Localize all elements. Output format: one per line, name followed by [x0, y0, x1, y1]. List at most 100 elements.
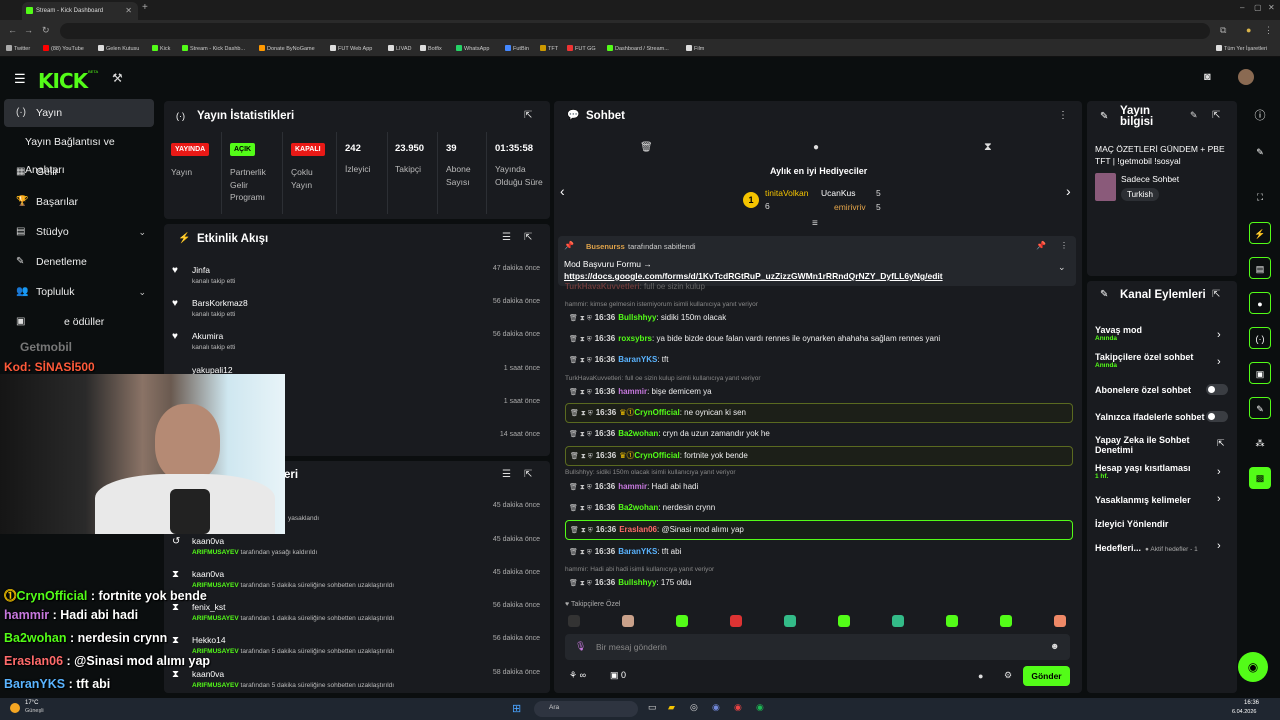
sidebar-item-rewards[interactable]: ▣ e ödüller	[4, 308, 154, 336]
chevron-right-icon[interactable]: ›	[1217, 466, 1221, 478]
subscribers-only-toggle[interactable]	[1206, 384, 1228, 395]
bookmark-item[interactable]: Film	[686, 45, 704, 52]
emote[interactable]	[1000, 615, 1012, 627]
action-ai-moderation[interactable]: Yapay Zeka ile Sohbet Denetimi	[1095, 435, 1205, 455]
activity-user[interactable]: Akumira	[192, 331, 223, 341]
points-icon[interactable]: ⚘ ∞	[569, 670, 586, 681]
emoji-icon[interactable]: ☻	[1050, 641, 1059, 651]
bookmark-item[interactable]: Twitter	[6, 45, 30, 52]
clipboard-icon[interactable]: ▤	[1249, 257, 1271, 279]
chat-bubble-icon[interactable]: ●	[813, 142, 819, 153]
bookmark-item[interactable]: Botfix	[420, 45, 442, 52]
minimize-icon[interactable]: –	[1240, 3, 1244, 12]
app-icon[interactable]: ◎	[690, 702, 698, 713]
reload-icon[interactable]: ↻	[42, 25, 50, 36]
community-icon[interactable]: ⁂	[1249, 432, 1271, 454]
category-name[interactable]: Sadece Sohbet	[1121, 174, 1179, 184]
action-account-age[interactable]: Hesap yaşı kısıtlaması 1 hf.	[1095, 463, 1191, 480]
gifter-name[interactable]: emirivriv	[834, 202, 866, 212]
chat-icon[interactable]: ●	[1249, 292, 1271, 314]
send-button[interactable]: Gönder	[1023, 666, 1070, 686]
kick-app-icon[interactable]: ▩	[1249, 467, 1271, 489]
bookmark-item[interactable]: FUT Web App	[330, 45, 372, 52]
bookmark-item[interactable]: Dashboard / Stream...	[607, 45, 669, 52]
bookmark-item[interactable]: Gelen Kutusu	[98, 45, 139, 52]
browser-tab[interactable]: Stream - Kick Dashboard ✕	[22, 2, 138, 20]
bookmark-item[interactable]: Donate ByNoGame	[259, 45, 315, 52]
moderation-icon[interactable]: ▣	[1249, 362, 1271, 384]
menu-dots-icon[interactable]: ⋮	[1264, 25, 1273, 36]
lightning-icon[interactable]: ⚡	[1249, 222, 1271, 244]
chat-settings-bubble-icon[interactable]: ●	[978, 671, 983, 681]
popout-icon[interactable]: ⇱	[524, 110, 532, 121]
popout-icon[interactable]: ⇱	[524, 469, 532, 480]
action-slow-mode[interactable]: Yavaş mod Anında	[1095, 325, 1142, 342]
fullscreen-icon[interactable]: ⛶	[1249, 186, 1271, 208]
sidebar-item-gelir[interactable]: ▦ Gelir	[4, 158, 154, 186]
sidebar-item-yayin[interactable]: (·) Yayın	[4, 99, 154, 127]
chevron-right-icon[interactable]: ›	[1217, 493, 1221, 505]
emote[interactable]	[622, 615, 634, 627]
emotes-only-toggle[interactable]	[1206, 411, 1228, 422]
chevron-right-icon[interactable]: ›	[1217, 356, 1221, 368]
activity-user[interactable]: BarsKorkmaz8	[192, 298, 248, 308]
pinner-name[interactable]: Busenurss	[586, 242, 625, 251]
emote[interactable]	[784, 615, 796, 627]
kick-logo[interactable]: KICK	[38, 69, 88, 93]
prev-arrow-icon[interactable]: ‹	[560, 183, 565, 199]
wrench-icon[interactable]: ✎	[1249, 397, 1271, 419]
hamburger-menu-icon[interactable]: ☰	[14, 71, 26, 87]
task-view-icon[interactable]: ▭	[648, 702, 657, 713]
back-icon[interactable]: ←	[8, 25, 17, 35]
all-bookmarks[interactable]: Tüm Yer İşaretleri	[1216, 45, 1267, 52]
action-raid[interactable]: İzleyici Yönlendir	[1095, 519, 1168, 529]
gear-icon[interactable]: ⚙	[1004, 670, 1012, 681]
modlog-user[interactable]: kaan0va	[192, 669, 224, 679]
external-link-icon[interactable]: ⇱	[1217, 438, 1225, 449]
sidebar-item-topluluk[interactable]: 👥 Topluluk ⌄	[4, 278, 154, 306]
next-arrow-icon[interactable]: ›	[1066, 183, 1071, 199]
support-chat-icon[interactable]: ◉	[1238, 652, 1268, 682]
moderator-name[interactable]: ARIFMUSAYEV	[192, 615, 239, 622]
edit-icon[interactable]: ✎	[1190, 110, 1198, 121]
gifter-name[interactable]: UcanKus	[821, 188, 856, 198]
gifter-name[interactable]: tinitaVolkan	[765, 188, 808, 198]
emote[interactable]	[838, 615, 850, 627]
activity-user[interactable]: Jinfa	[192, 265, 210, 275]
gift-icon[interactable]: ▣ 0	[610, 670, 626, 681]
chevron-right-icon[interactable]: ›	[1217, 329, 1221, 341]
emote[interactable]	[946, 615, 958, 627]
profile-icon[interactable]: ●	[1246, 25, 1251, 35]
extensions-icon[interactable]: ⧉	[1220, 25, 1226, 36]
bookmark-item[interactable]: TFT	[540, 45, 558, 52]
moderator-name[interactable]: ARIFMUSAYEV	[192, 549, 239, 556]
sidebar-item-denetleme[interactable]: ✎ Denetleme	[4, 248, 154, 276]
broadcast-icon[interactable]: (·)	[1249, 327, 1271, 349]
forward-icon[interactable]: →	[24, 25, 33, 35]
maximize-icon[interactable]: ▢	[1254, 3, 1262, 12]
trash-icon[interactable]: 🗑	[640, 142, 653, 153]
tag-badge[interactable]: Turkish	[1121, 188, 1159, 201]
popout-icon[interactable]: ⇱	[524, 232, 532, 243]
popout-icon[interactable]: ⇱	[1212, 289, 1220, 300]
discord-icon[interactable]: ◉	[712, 702, 720, 713]
modlog-user[interactable]: Hekko14	[192, 635, 226, 645]
file-explorer-icon[interactable]: ▰	[668, 702, 675, 713]
popout-icon[interactable]: ⇱	[1212, 110, 1220, 121]
chat-input[interactable]: 🎙 Bir mesaj gönderin ☻	[565, 634, 1070, 660]
bookmark-item[interactable]: Stream - Kick Dashb...	[182, 45, 245, 52]
hammer-icon[interactable]: ⚒	[112, 71, 123, 85]
window-close-icon[interactable]: ✕	[1268, 3, 1275, 12]
taskbar-search[interactable]: Ara	[534, 701, 638, 717]
close-tab-icon[interactable]: ✕	[125, 2, 132, 20]
edit-icon[interactable]: ✎	[1249, 141, 1271, 163]
action-banned-words[interactable]: Yasaklanmış kelimeler	[1095, 495, 1191, 505]
modlog-user[interactable]: kaan0va	[192, 569, 224, 579]
info-icon[interactable]: ⓘ	[1249, 105, 1271, 127]
unpin-icon[interactable]: 📌	[1036, 241, 1046, 250]
chrome-icon[interactable]: ◉	[734, 702, 742, 713]
creator-icon[interactable]: ◙	[1204, 71, 1211, 83]
sidebar-item-basarilar[interactable]: 🏆 Başarılar	[4, 188, 154, 216]
more-options-icon[interactable]: ⋮	[1060, 241, 1068, 250]
collapse-icon[interactable]: ≡	[812, 218, 818, 229]
